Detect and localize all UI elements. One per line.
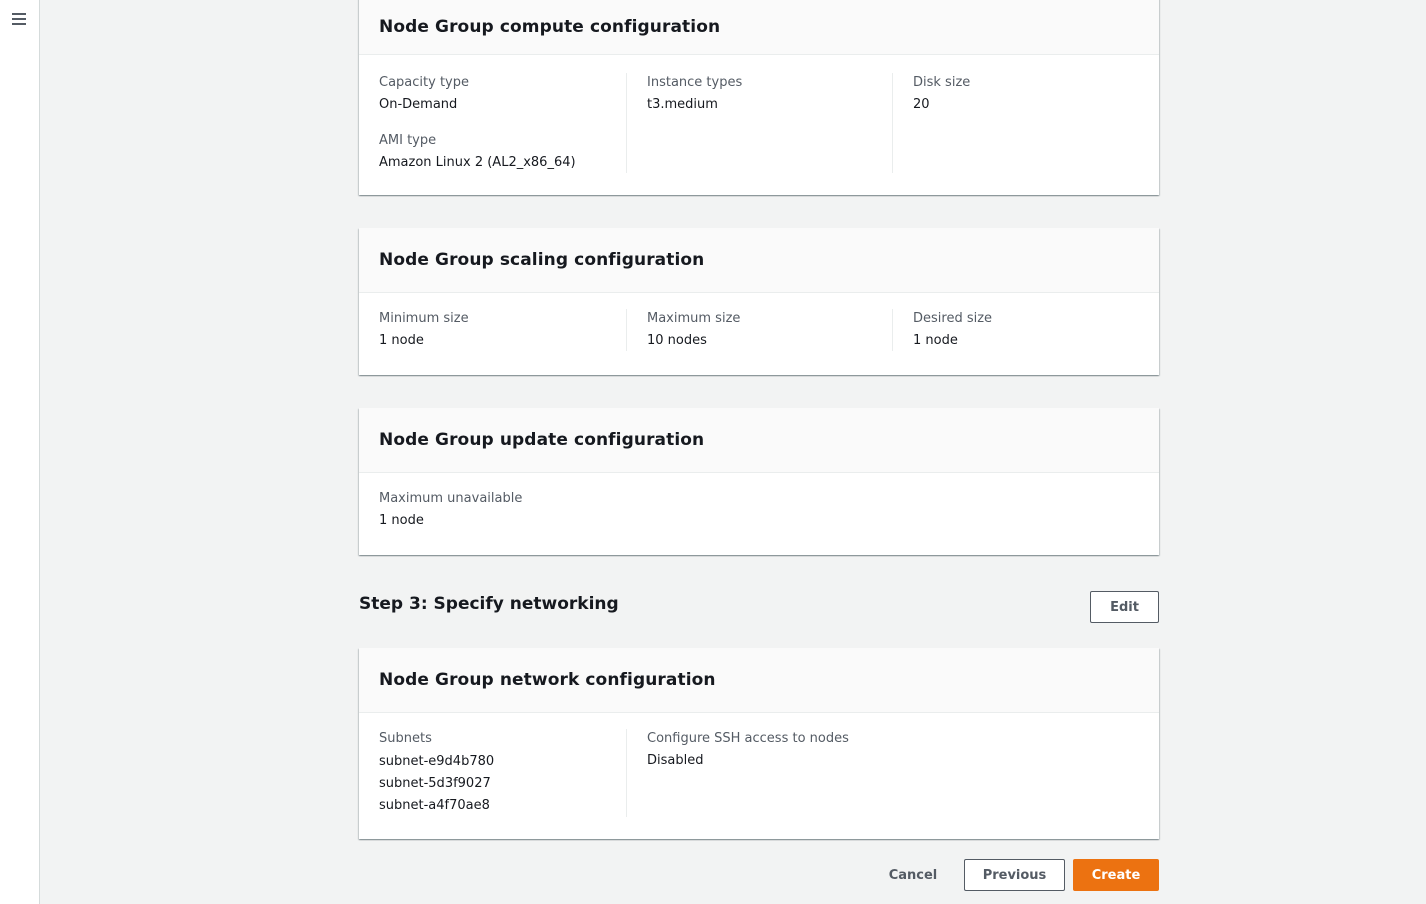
min-size-field: Minimum size 1 node bbox=[379, 309, 606, 351]
max-size-field: Maximum size 10 nodes bbox=[647, 309, 872, 351]
compute-config-header: Node Group compute configuration bbox=[359, 0, 1159, 55]
network-col-1: Subnets subnet-e9d4b780 subnet-5d3f9027 … bbox=[359, 729, 626, 817]
subnet-item: subnet-e9d4b780 bbox=[379, 754, 495, 769]
step-3-title: Step 3: Specify networking bbox=[359, 594, 619, 614]
network-config-body: Subnets subnet-e9d4b780 subnet-5d3f9027 … bbox=[359, 713, 1159, 837]
max-unavailable-value: 1 node bbox=[379, 513, 424, 528]
min-size-value: 1 node bbox=[379, 333, 424, 348]
compute-config-panel: Node Group compute configuration Capacit… bbox=[359, 0, 1159, 195]
max-unavailable-label: Maximum unavailable bbox=[379, 491, 523, 506]
hamburger-menu-icon[interactable] bbox=[12, 13, 26, 26]
subnet-item: subnet-a4f70ae8 bbox=[379, 798, 490, 813]
scaling-col-1: Minimum size 1 node bbox=[359, 309, 626, 351]
subnet-item: subnet-5d3f9027 bbox=[379, 776, 491, 791]
disk-size-value: 20 bbox=[913, 97, 930, 112]
network-config-title: Node Group network configuration bbox=[379, 670, 716, 690]
ssh-access-field: Configure SSH access to nodes Disabled bbox=[647, 729, 1139, 771]
subnets-field: Subnets subnet-e9d4b780 subnet-5d3f9027 … bbox=[379, 729, 606, 817]
network-col-2: Configure SSH access to nodes Disabled bbox=[626, 729, 1159, 817]
network-config-panel: Node Group network configuration Subnets… bbox=[359, 648, 1159, 839]
update-config-title: Node Group update configuration bbox=[379, 430, 705, 450]
compute-config-body: Capacity type On-Demand AMI type Amazon … bbox=[359, 55, 1159, 193]
cancel-button[interactable]: Cancel bbox=[875, 859, 951, 891]
subnets-label: Subnets bbox=[379, 731, 432, 746]
previous-button[interactable]: Previous bbox=[964, 859, 1065, 891]
update-config-panel: Node Group update configuration Maximum … bbox=[359, 408, 1159, 555]
compute-col-2: Instance types t3.medium bbox=[626, 73, 892, 173]
desired-size-value: 1 node bbox=[913, 333, 958, 348]
edit-networking-button[interactable]: Edit bbox=[1090, 591, 1159, 623]
ami-type-value: Amazon Linux 2 (AL2_x86_64) bbox=[379, 155, 576, 170]
desired-size-label: Desired size bbox=[913, 311, 993, 326]
ami-type-field: AMI type Amazon Linux 2 (AL2_x86_64) bbox=[379, 131, 606, 173]
compute-config-title: Node Group compute configuration bbox=[379, 17, 721, 37]
capacity-type-value: On-Demand bbox=[379, 97, 458, 112]
scaling-col-2: Maximum size 10 nodes bbox=[626, 309, 892, 351]
ssh-access-label: Configure SSH access to nodes bbox=[647, 731, 849, 746]
update-config-body: Maximum unavailable 1 node bbox=[359, 473, 1159, 551]
instance-types-label: Instance types bbox=[647, 75, 743, 90]
create-button[interactable]: Create bbox=[1073, 859, 1159, 891]
max-size-label: Maximum size bbox=[647, 311, 741, 326]
scaling-config-panel: Node Group scaling configuration Minimum… bbox=[359, 228, 1159, 375]
compute-col-1: Capacity type On-Demand AMI type Amazon … bbox=[359, 73, 626, 173]
min-size-label: Minimum size bbox=[379, 311, 469, 326]
scaling-config-header: Node Group scaling configuration bbox=[359, 228, 1159, 293]
instance-types-value: t3.medium bbox=[647, 97, 718, 112]
disk-size-label: Disk size bbox=[913, 75, 971, 90]
capacity-type-label: Capacity type bbox=[379, 75, 469, 90]
update-config-header: Node Group update configuration bbox=[359, 408, 1159, 473]
ami-type-label: AMI type bbox=[379, 133, 437, 148]
ssh-access-value: Disabled bbox=[647, 753, 704, 768]
desired-size-field: Desired size 1 node bbox=[913, 309, 1139, 351]
instance-types-field: Instance types t3.medium bbox=[647, 73, 872, 115]
capacity-type-field: Capacity type On-Demand bbox=[379, 73, 606, 115]
disk-size-field: Disk size 20 bbox=[913, 73, 1139, 115]
side-navigation bbox=[0, 0, 40, 904]
max-size-value: 10 nodes bbox=[647, 333, 707, 348]
compute-col-3: Disk size 20 bbox=[892, 73, 1159, 173]
update-col-1: Maximum unavailable 1 node bbox=[359, 489, 626, 531]
scaling-config-title: Node Group scaling configuration bbox=[379, 250, 705, 270]
network-config-header: Node Group network configuration bbox=[359, 648, 1159, 713]
scaling-config-body: Minimum size 1 node Maximum size 10 node… bbox=[359, 293, 1159, 371]
max-unavailable-field: Maximum unavailable 1 node bbox=[379, 489, 606, 531]
subnets-list: subnet-e9d4b780 subnet-5d3f9027 subnet-a… bbox=[379, 751, 606, 817]
scaling-col-3: Desired size 1 node bbox=[892, 309, 1159, 351]
